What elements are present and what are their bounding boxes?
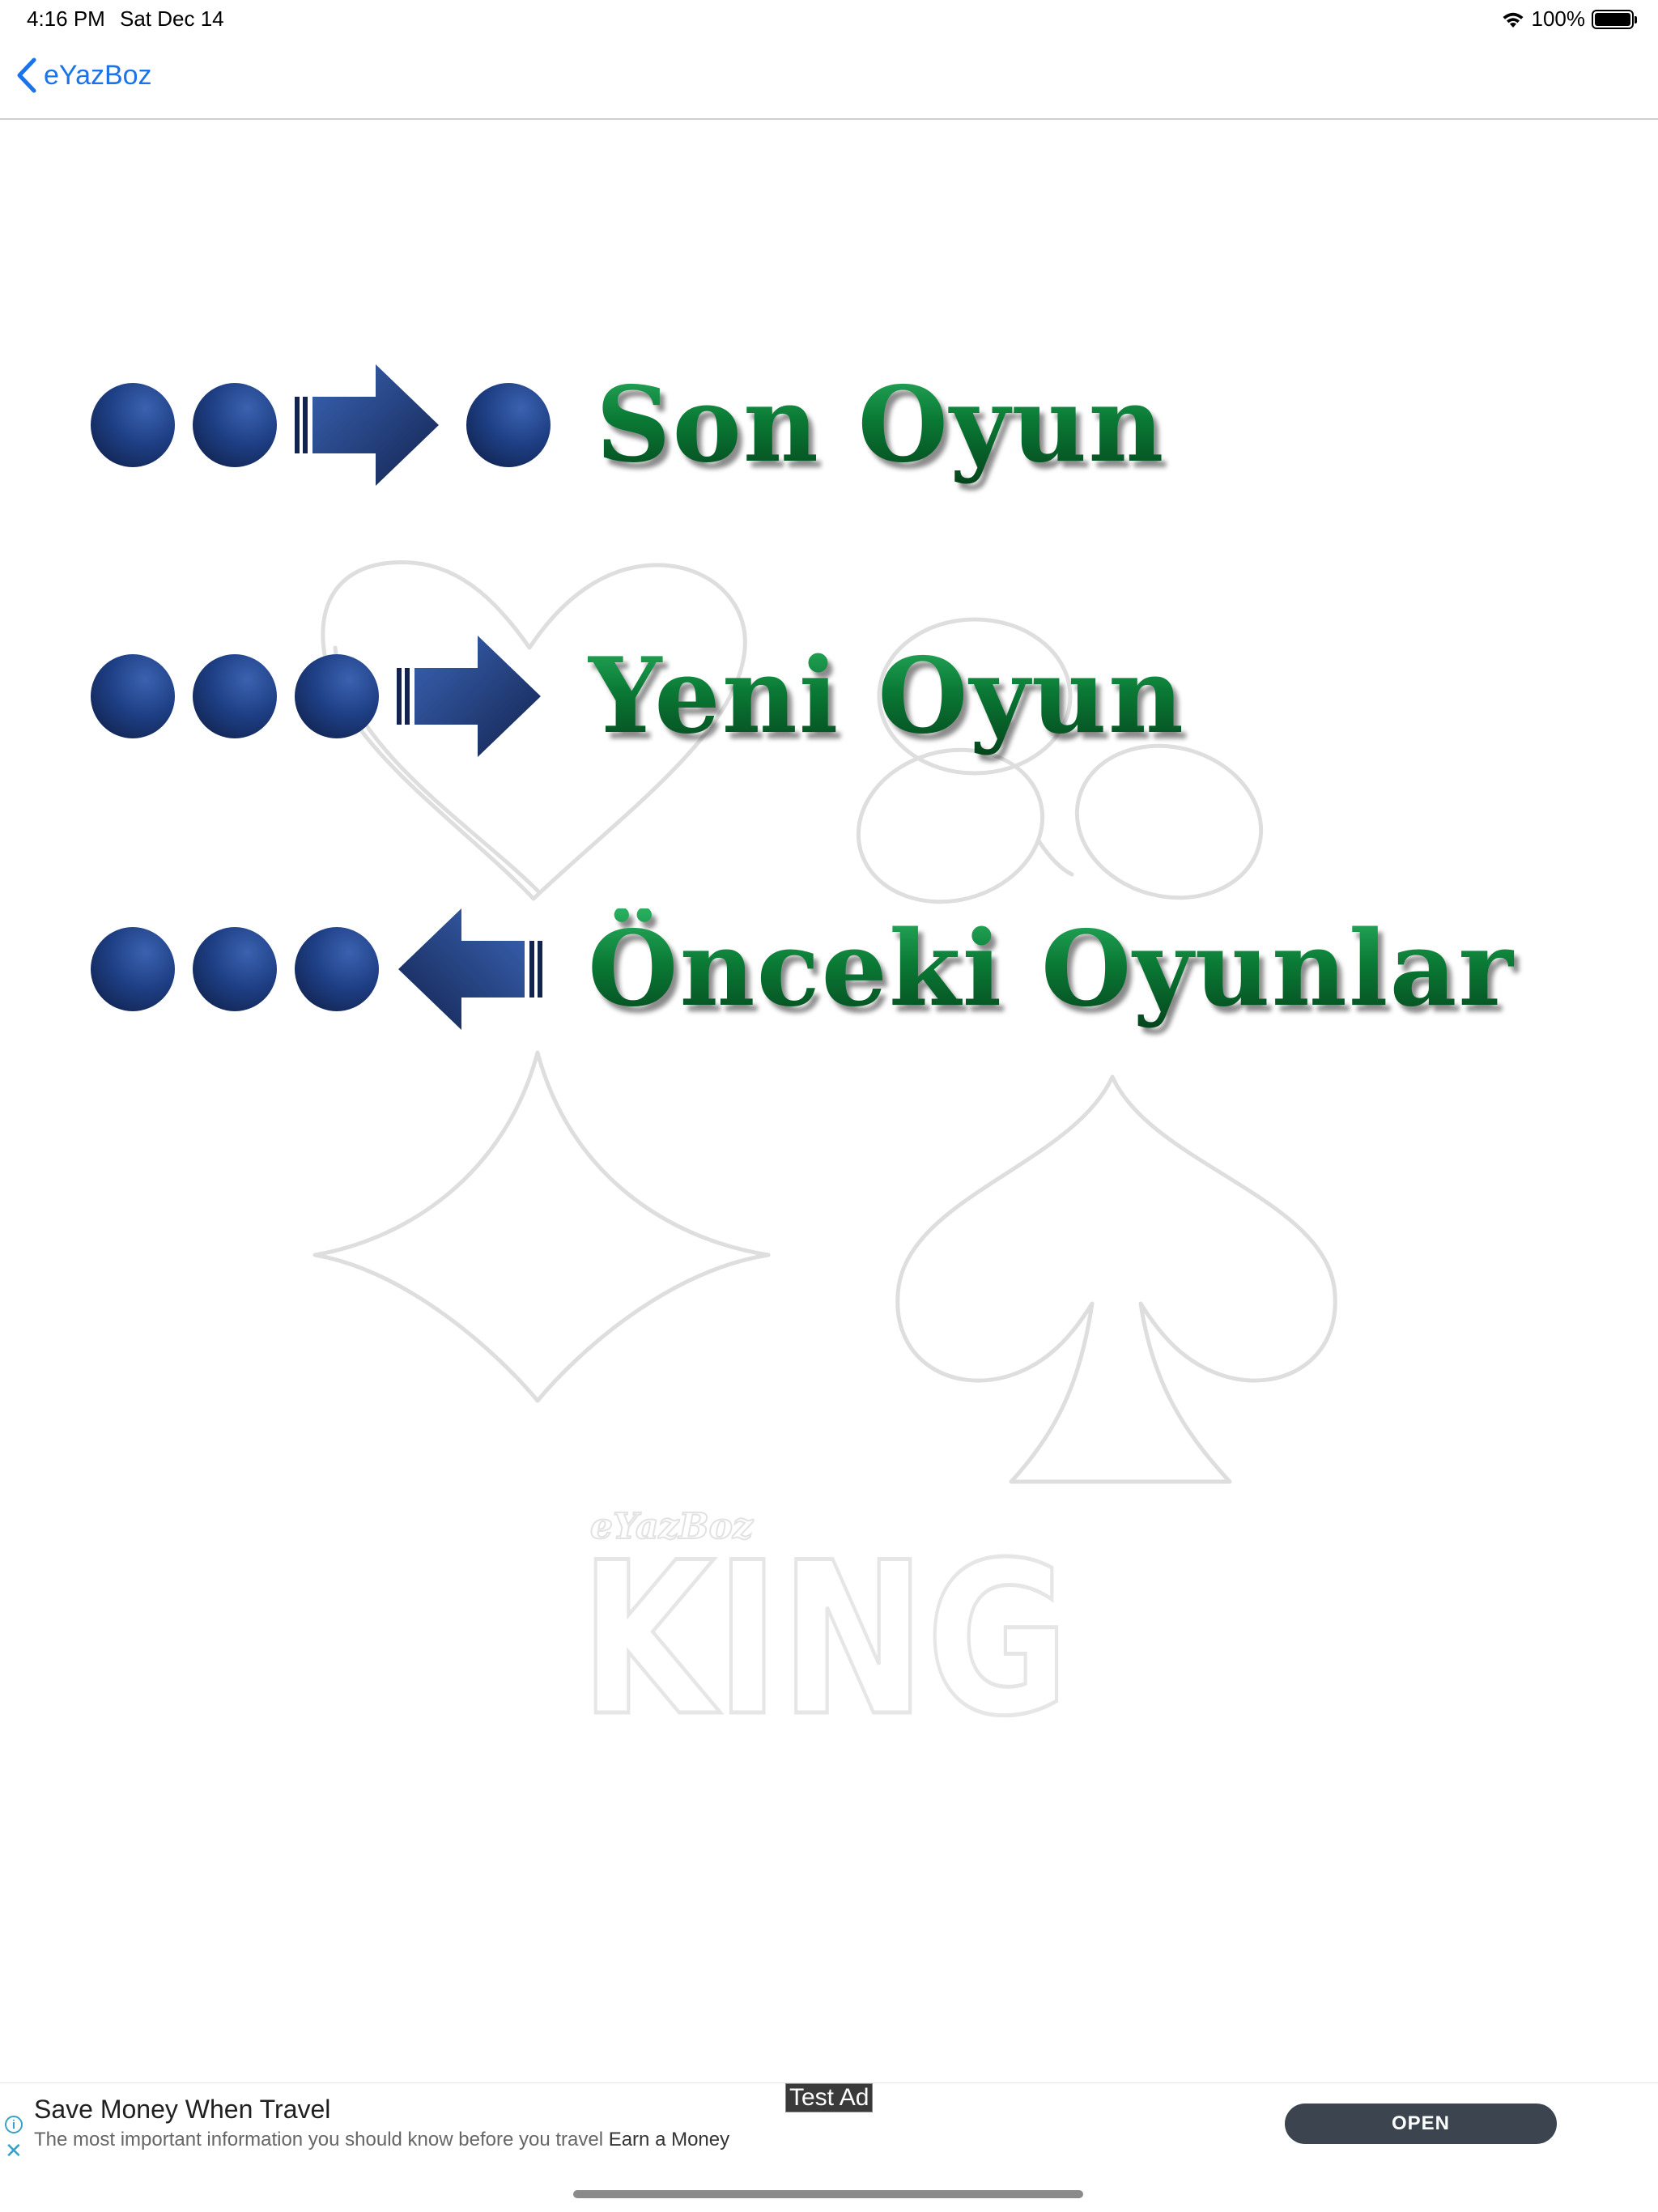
dot-icon [193,383,277,467]
ad-description-text: The most important information you shoul… [34,2129,604,2150]
home-indicator[interactable] [573,2190,1083,2198]
close-icon[interactable]: ✕ [5,2140,23,2161]
main-menu-area: eYazBoz KING Son Oyun Yeni Oyun Önceki O… [3,121,1658,2081]
dot-icon [91,927,175,1011]
navigation-bar: eYazBoz [0,39,1658,120]
dot-icon [295,654,379,738]
battery-icon [1592,9,1637,29]
ad-advertiser: Earn a Money [608,2129,730,2150]
dot-icon [91,383,175,467]
battery-percentage: 100% [1531,6,1586,31]
status-time: 4:16 PM [27,6,105,31]
dot-icon [295,927,379,1011]
status-bar: 4:16 PM Sat Dec 14 100% [0,0,1658,39]
wifi-icon [1503,12,1523,28]
dot-icon [91,654,175,738]
info-icon[interactable]: i [5,2116,23,2133]
test-ad-badge: Test Ad [785,2083,874,2112]
menu-label-onceki-oyunlar: Önceki Oyunlar [588,908,1515,1030]
dot-icon [193,654,277,738]
dot-icon [466,383,551,467]
menu-label-son-oyun: Son Oyun [596,364,1166,486]
dot-icon [193,927,277,1011]
arrow-right-icon [397,636,541,757]
menu-item-onceki-oyunlar[interactable]: Önceki Oyunlar [91,900,1515,1038]
ad-description: The most important information you shoul… [34,2129,729,2151]
arrow-left-icon [398,908,542,1030]
menu-label-yeni-oyun: Yeni Oyun [588,636,1185,757]
chevron-left-icon [17,57,36,93]
menu-item-son-oyun[interactable]: Son Oyun [91,356,1165,494]
arrow-right-icon [295,364,439,486]
ad-banner[interactable]: i ✕ Save Money When Travel The most impo… [0,2082,1658,2163]
status-date: Sat Dec 14 [120,6,224,31]
status-indicators: 100% [1501,6,1637,32]
back-label: eYazBoz [44,59,152,91]
menu-item-yeni-oyun[interactable]: Yeni Oyun [91,627,1185,765]
watermark-word: KING [580,1518,1069,1763]
back-button[interactable]: eYazBoz [15,57,152,94]
ad-open-button[interactable]: OPEN [1285,2104,1557,2144]
ad-title: Save Money When Travel [34,2095,331,2124]
watermark-brand: eYazBoz [590,1506,754,1547]
